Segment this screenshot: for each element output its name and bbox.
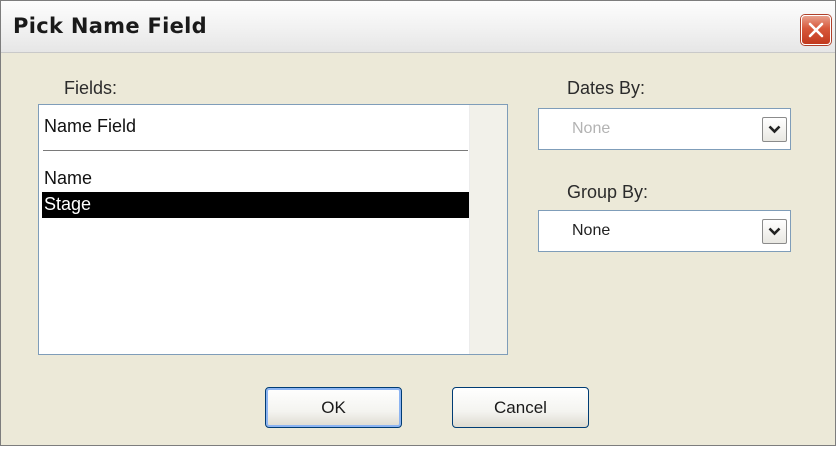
ok-button[interactable]: OK [265, 387, 402, 428]
group-by-select[interactable]: None [538, 210, 791, 252]
fields-list-content: Name Field Name Stage [39, 105, 470, 354]
group-by-label: Group By: [567, 182, 649, 202]
list-header-name-field: Name Field [44, 116, 137, 136]
fields-listbox[interactable]: Name Field Name Stage [38, 104, 508, 355]
dialog-title: Pick Name Field [13, 14, 208, 38]
dates-by-dropdown-button[interactable] [762, 117, 787, 142]
dates-by-label: Dates By: [567, 78, 646, 98]
pick-name-field-dialog: Pick Name Field Fields: Name Field Name … [0, 0, 836, 446]
close-button[interactable] [801, 15, 831, 45]
dialog-body: Fields: Name Field Name Stage Dates By: … [1, 53, 835, 445]
list-item-stage[interactable]: Stage [42, 192, 470, 218]
group-by-dropdown-button[interactable] [762, 219, 787, 244]
fields-label: Fields: [64, 78, 118, 98]
list-scrollbar[interactable] [469, 105, 507, 354]
dates-by-select[interactable]: None [538, 108, 791, 150]
list-item-name[interactable]: Name [42, 166, 470, 192]
cancel-button[interactable]: Cancel [452, 387, 589, 428]
title-bar[interactable]: Pick Name Field [1, 1, 835, 53]
list-divider [43, 150, 468, 151]
group-by-value: None [572, 222, 611, 239]
dates-by-value: None [572, 120, 611, 137]
